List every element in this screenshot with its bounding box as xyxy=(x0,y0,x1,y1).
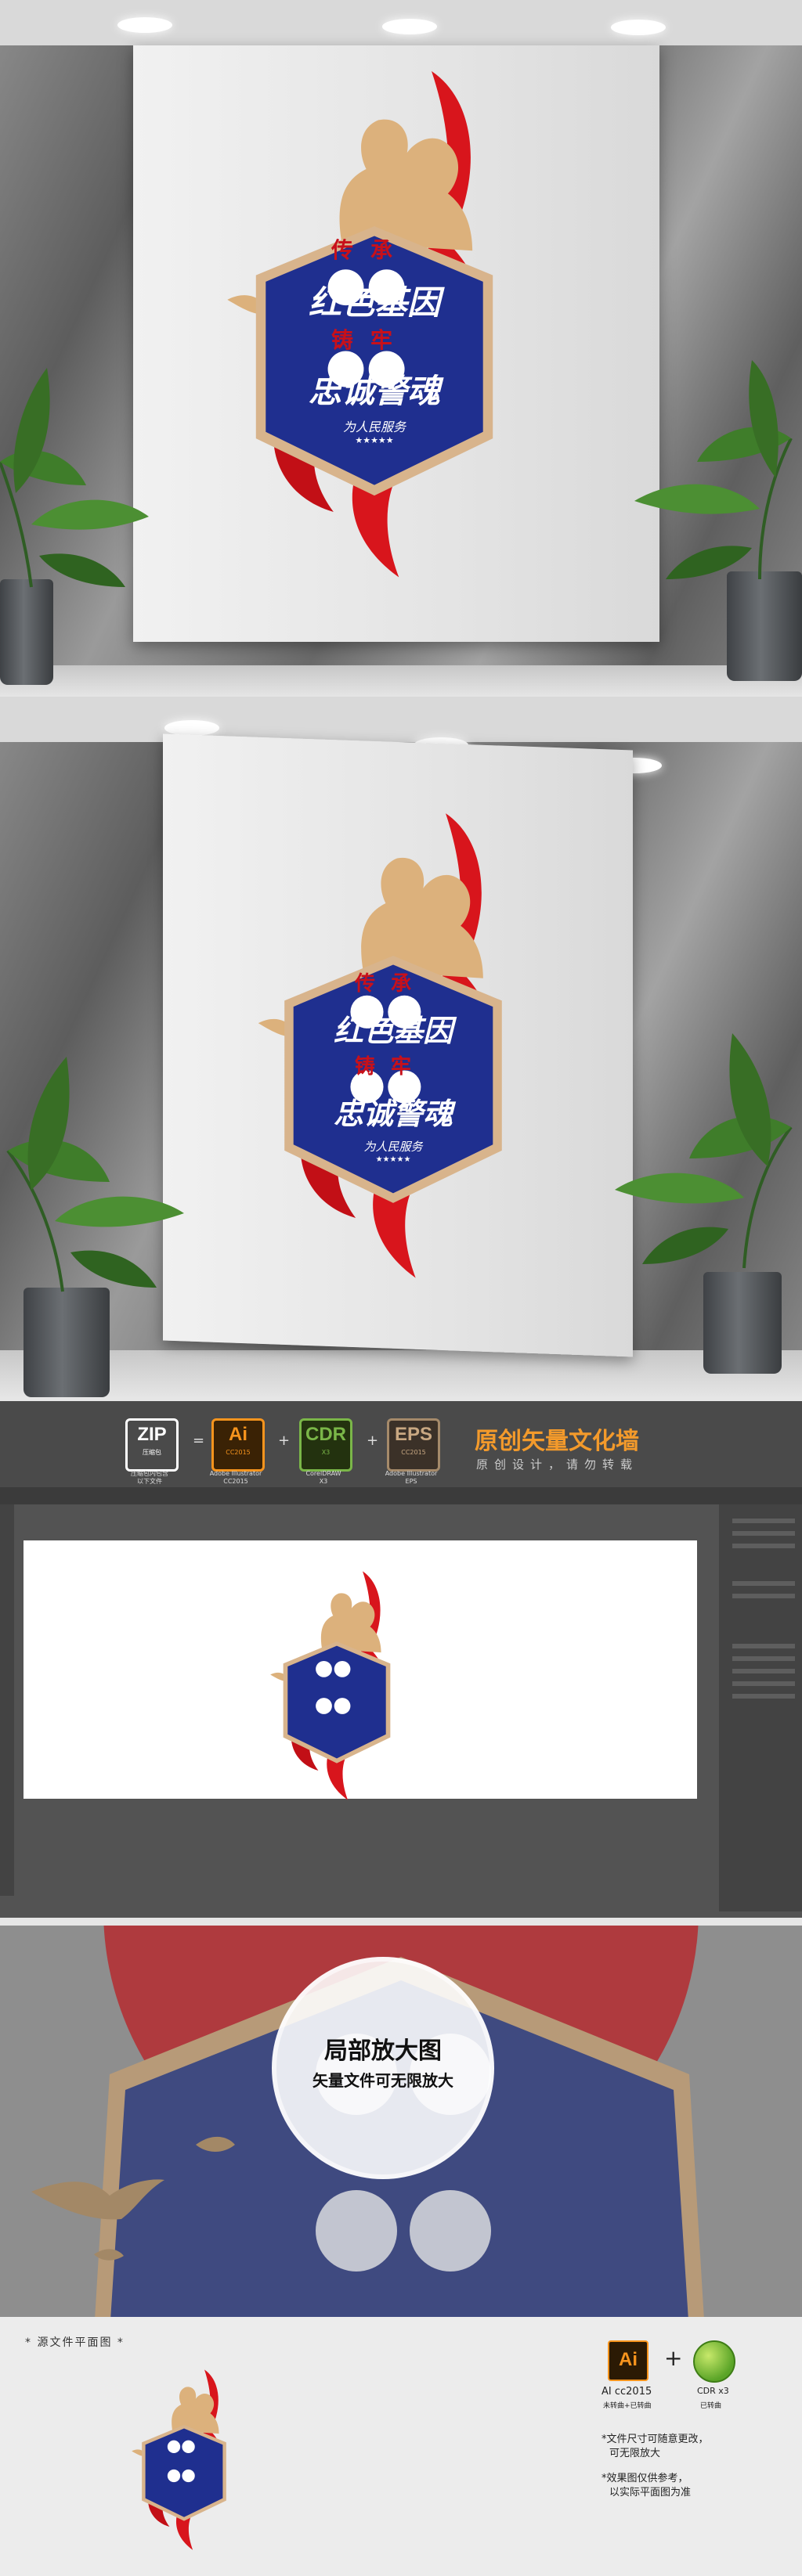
floor xyxy=(0,665,802,697)
note-resize-line2: 可无限放大 xyxy=(609,2448,661,2459)
ceiling-light xyxy=(611,20,666,35)
plus-icon: + xyxy=(664,2345,683,2371)
art-char-cheng: 承 xyxy=(391,972,428,996)
layer-row[interactable] xyxy=(732,1669,795,1673)
plant-pot xyxy=(23,1288,110,1397)
zip-badge: ZIP 压缩包 xyxy=(125,1418,179,1472)
layer-row[interactable] xyxy=(732,1681,795,1686)
illustrator-workspace xyxy=(0,1487,802,1918)
note-preview-line2: 以实际平面图为准 xyxy=(609,2487,692,2499)
tool-panel[interactable] xyxy=(0,1504,14,1896)
brand-title: 原创矢量文化墙 xyxy=(475,1428,639,1455)
artwork-graphic xyxy=(262,1564,411,1822)
layer-row[interactable] xyxy=(732,1656,795,1661)
art-stars: ★★★★★ xyxy=(375,1155,411,1164)
cdr-version: CDR x3 xyxy=(697,2386,729,2396)
art-char-lao: 牢 xyxy=(370,327,410,353)
cdr-note: 已转曲 xyxy=(700,2402,722,2410)
artwork-preview xyxy=(262,1564,411,1822)
ai-badge: Ai CC2015 xyxy=(211,1418,265,1472)
menu-bar xyxy=(0,1487,802,1504)
ai-note: 未转曲+已转曲 xyxy=(603,2402,652,2410)
plant-pot xyxy=(727,571,802,681)
layer-row[interactable] xyxy=(732,1519,795,1523)
eps-badge: EPS CC2015 xyxy=(387,1418,440,1472)
zoom-subtitle: 矢量文件可无限放大 xyxy=(312,2071,453,2090)
art-char-zhu: 铸 xyxy=(331,327,370,353)
eps-badge-label: EPS xyxy=(394,1424,433,1445)
plant-left xyxy=(6,1057,184,1292)
art-char-chuan: 传 xyxy=(354,972,391,996)
art-line-4: 忠诚警魂 xyxy=(308,372,440,410)
art-char-zhu: 铸 xyxy=(354,1055,391,1079)
plant-pot xyxy=(0,579,53,685)
art-signature: 为人民服务 xyxy=(363,1140,423,1154)
brand-subtitle: 原创设计，请勿转载 xyxy=(476,1457,639,1472)
artboard xyxy=(23,1540,697,1799)
floor xyxy=(0,1350,802,1397)
plant-pot xyxy=(703,1272,782,1374)
art-char-lao: 牢 xyxy=(391,1055,428,1079)
layer-row[interactable] xyxy=(732,1694,795,1699)
cdr-icon xyxy=(693,2340,735,2383)
artwork-graphic xyxy=(117,2364,251,2567)
art-line-2: 红色基因 xyxy=(333,1014,453,1048)
plus-sign: + xyxy=(278,1432,291,1449)
zip-caption: 压缩包内包含 以下文件 xyxy=(131,1470,168,1485)
ai-icon: Ai xyxy=(608,2340,648,2381)
ai-badge-sub: CC2015 xyxy=(226,1449,251,1456)
ai-version: AI cc2015 xyxy=(602,2386,652,2398)
plant-left xyxy=(0,368,149,588)
ai-badge-label: Ai xyxy=(229,1424,247,1445)
mockup-scene-2: 传承 红色基因 铸牢 忠诚警魂 为人民服务 ★★★★★ xyxy=(0,697,802,1397)
ai-caption: Adobe Illustrator CC2015 xyxy=(209,1470,262,1485)
plant-right xyxy=(634,360,793,580)
ceiling-light xyxy=(117,17,172,33)
plant-right xyxy=(615,1033,793,1269)
detail-zoom: 局部放大图 矢量文件可无限放大 xyxy=(0,1926,802,2317)
cdr-badge-label: CDR xyxy=(305,1424,346,1445)
cdr-badge: CDR X3 xyxy=(299,1418,352,1472)
source-artwork xyxy=(117,2364,251,2567)
cdr-badge-sub: X3 xyxy=(321,1449,331,1456)
art-stars: ★★★★★ xyxy=(355,435,394,445)
ceiling-light xyxy=(382,19,437,34)
artwork: 传承 红色基因 铸牢 忠诚警魂 为人民服务 ★★★★★ xyxy=(194,55,555,626)
plus-sign: + xyxy=(367,1432,379,1449)
eps-caption: Adobe Illustrator EPS xyxy=(385,1470,438,1485)
source-label: * 源文件平面图 * xyxy=(25,2336,125,2349)
zip-badge-label: ZIP xyxy=(137,1424,167,1445)
layer-row[interactable] xyxy=(732,1581,795,1586)
art-signature: 为人民服务 xyxy=(342,420,406,434)
artwork: 传承 红色基因 铸牢 忠诚警魂 为人民服务 ★★★★★ xyxy=(229,798,558,1323)
layer-row[interactable] xyxy=(732,1531,795,1536)
cdr-caption: CorelDRAW X3 xyxy=(305,1470,341,1485)
layer-row[interactable] xyxy=(732,1644,795,1648)
art-line-4: 忠诚警魂 xyxy=(333,1097,453,1131)
source-preview: * 源文件平面图 * Ai + AI cc2015 未转曲+已转曲 CDR x3… xyxy=(0,2317,802,2576)
mockup-scene-1: 传承 红色基因 铸牢 忠诚警魂 为人民服务 ★★★★★ xyxy=(0,0,802,697)
zip-badge-sub: 压缩包 xyxy=(143,1449,161,1456)
art-char-cheng: 承 xyxy=(370,237,410,263)
equals-sign: = xyxy=(193,1432,205,1449)
note-resize-line1: *文件尺寸可随意更改， xyxy=(602,2434,709,2445)
layers-panel[interactable] xyxy=(719,1504,802,1911)
eps-badge-sub: CC2015 xyxy=(401,1449,426,1456)
layer-row[interactable] xyxy=(732,1544,795,1548)
ceiling xyxy=(0,697,802,742)
layer-row[interactable] xyxy=(732,1594,795,1598)
art-char-chuan: 传 xyxy=(331,237,370,263)
art-line-2: 红色基因 xyxy=(308,283,440,322)
note-preview-line1: *效果图仅供参考， xyxy=(602,2473,688,2484)
format-toolbar: ZIP 压缩包 压缩包内包含 以下文件 = Ai CC2015 Adobe Il… xyxy=(0,1401,802,1487)
zoom-title: 局部放大图 xyxy=(324,2037,442,2065)
